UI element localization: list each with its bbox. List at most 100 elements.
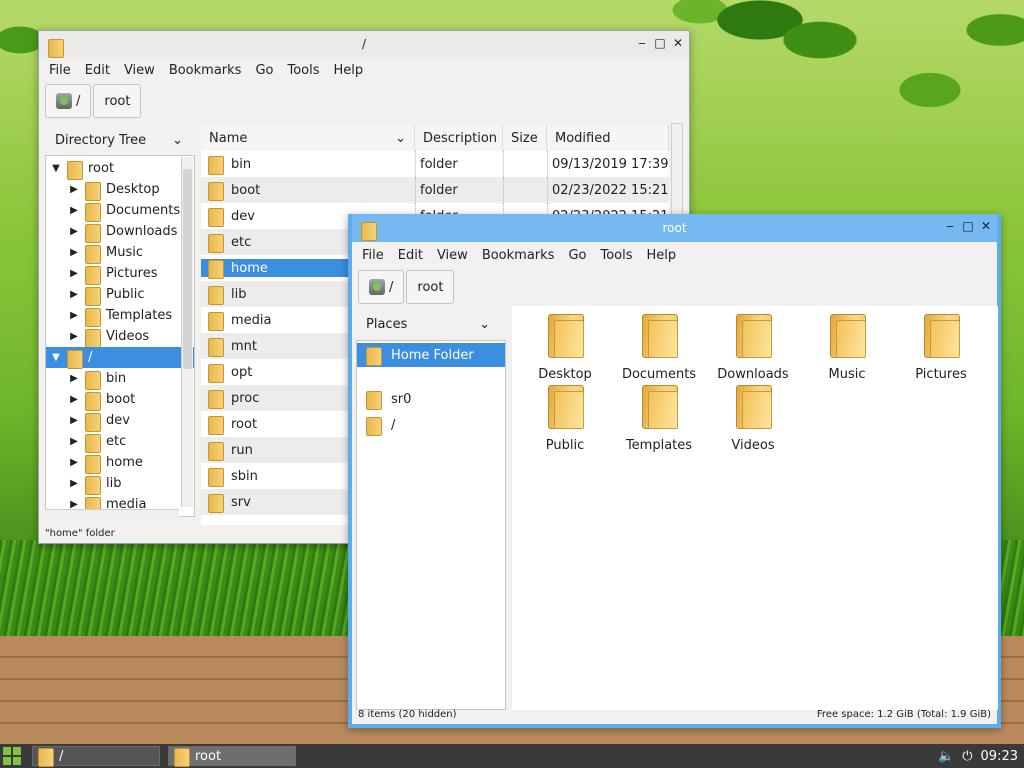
start-menu-icon[interactable] — [0, 744, 24, 768]
column-header-size[interactable]: Size — [503, 125, 547, 151]
chevron-down-icon: ⌄ — [479, 316, 490, 332]
folder-item[interactable]: Public — [518, 383, 612, 453]
file-name: lib — [231, 286, 247, 302]
icon-view[interactable]: Desktop Documents Downloads Music Pictures Pu… — [512, 306, 998, 710]
tree-item[interactable]: ▶ Music — [46, 242, 194, 264]
menu-help[interactable]: Help — [647, 248, 677, 263]
tree-vertical-scrollbar[interactable] — [181, 157, 193, 507]
menu-file[interactable]: File — [49, 63, 71, 78]
tree-item[interactable]: ▶ Downloads — [46, 221, 194, 243]
places-item[interactable]: Home Folder — [357, 343, 505, 367]
expanded-arrow-icon[interactable]: ▼ — [50, 163, 62, 174]
tree-item[interactable]: ▶ Desktop — [46, 179, 194, 201]
folder-item[interactable]: Pictures — [894, 312, 988, 382]
menubar: File Edit View Bookmarks Go Tools Help — [352, 242, 997, 268]
folder-item[interactable]: Downloads — [706, 312, 800, 382]
tree-item[interactable]: ▶ Documents — [46, 200, 194, 222]
column-header-description[interactable]: Description — [415, 125, 503, 151]
expanded-arrow-icon[interactable]: ▼ — [50, 352, 62, 363]
places-list[interactable]: Home Folder sr0 / — [356, 340, 506, 710]
menu-view[interactable]: View — [437, 248, 468, 263]
taskbar-item-root[interactable]: root — [168, 746, 296, 767]
collapsed-arrow-icon[interactable]: ▶ — [68, 310, 80, 321]
path-button-current[interactable]: root — [406, 270, 455, 304]
tree-item[interactable]: ▼ root — [46, 158, 194, 180]
collapsed-arrow-icon[interactable]: ▶ — [68, 205, 80, 216]
menu-help[interactable]: Help — [334, 63, 364, 78]
titlebar[interactable]: / ‒ □ ✕ — [39, 31, 689, 58]
maximize-icon[interactable]: □ — [961, 218, 975, 234]
tree-item-label: / — [88, 350, 93, 365]
clock[interactable]: 09:23 — [981, 749, 1018, 764]
tree-item[interactable]: ▶ Pictures — [46, 263, 194, 285]
menu-edit[interactable]: Edit — [85, 63, 110, 78]
menu-tools[interactable]: Tools — [600, 248, 632, 263]
path-button-root[interactable]: / — [45, 84, 92, 118]
menu-file[interactable]: File — [362, 248, 384, 263]
menu-tools[interactable]: Tools — [287, 63, 319, 78]
places-item[interactable]: sr0 — [357, 387, 505, 411]
collapsed-arrow-icon[interactable]: ▶ — [68, 478, 80, 489]
menu-view[interactable]: View — [124, 63, 155, 78]
close-icon[interactable]: ✕ — [671, 35, 685, 51]
titlebar[interactable]: root ‒ □ ✕ — [352, 214, 997, 242]
collapsed-arrow-icon[interactable]: ▶ — [68, 289, 80, 300]
power-icon[interactable]: ⏻ — [962, 749, 972, 764]
tree-item[interactable]: ▶ Templates — [46, 305, 194, 327]
minimize-icon[interactable]: ‒ — [943, 218, 957, 234]
folder-item[interactable]: Templates — [612, 383, 706, 453]
collapsed-arrow-icon[interactable]: ▶ — [68, 415, 80, 426]
side-pane-selector[interactable]: Directory Tree ⌄ — [45, 127, 193, 153]
collapsed-arrow-icon[interactable]: ▶ — [68, 331, 80, 342]
tree-item[interactable]: ▶ lib — [46, 473, 194, 495]
folder-item[interactable]: Documents — [612, 312, 706, 382]
collapsed-arrow-icon[interactable]: ▶ — [68, 268, 80, 279]
tree-horizontal-scrollbar[interactable] — [45, 509, 179, 521]
tree-item[interactable]: ▶ home — [46, 452, 194, 474]
close-icon[interactable]: ✕ — [979, 218, 993, 234]
taskbar-item-root-dir[interactable]: / — [32, 746, 160, 767]
path-button-root[interactable]: / — [358, 270, 405, 304]
tree-item-label: home — [106, 455, 143, 470]
collapsed-arrow-icon[interactable]: ▶ — [68, 457, 80, 468]
folder-item[interactable]: Desktop — [518, 312, 612, 382]
folder-item[interactable]: Videos — [706, 383, 800, 453]
menu-edit[interactable]: Edit — [398, 248, 423, 263]
path-button-current[interactable]: root — [93, 84, 142, 118]
file-name: boot — [231, 182, 261, 198]
maximize-icon[interactable]: □ — [653, 35, 667, 51]
collapsed-arrow-icon[interactable]: ▶ — [68, 184, 80, 195]
collapsed-arrow-icon[interactable]: ▶ — [68, 226, 80, 237]
menu-bookmarks[interactable]: Bookmarks — [169, 63, 242, 78]
column-header-modified[interactable]: Modified — [547, 125, 669, 151]
menu-bookmarks[interactable]: Bookmarks — [482, 248, 555, 263]
tree-item[interactable]: ▶ boot — [46, 389, 194, 411]
tree-item[interactable]: ▶ Public — [46, 284, 194, 306]
tree-item[interactable]: ▼ / — [46, 347, 194, 369]
tree-item-label: Videos — [106, 329, 150, 344]
side-pane-selector[interactable]: Places ⌄ — [356, 311, 500, 337]
collapsed-arrow-icon[interactable]: ▶ — [68, 394, 80, 405]
file-name: root — [231, 416, 258, 432]
tree-item[interactable]: ▶ dev — [46, 410, 194, 432]
tree-item[interactable]: ▶ bin — [46, 368, 194, 390]
folder-icon — [828, 312, 866, 358]
minimize-icon[interactable]: ‒ — [635, 35, 649, 51]
collapsed-arrow-icon[interactable]: ▶ — [68, 247, 80, 258]
status-bar: 8 items (20 hidden) Free space: 1.2 GiB … — [358, 709, 991, 720]
tree-item[interactable]: ▶ etc — [46, 431, 194, 453]
tree-item[interactable]: ▶ Videos — [46, 326, 194, 348]
menu-go[interactable]: Go — [568, 248, 586, 263]
column-header-name[interactable]: Name ⌄ — [201, 125, 415, 151]
menu-go[interactable]: Go — [255, 63, 273, 78]
directory-tree[interactable]: ▼ root ▶ Desktop ▶ Documents ▶ Downloads ▶ Music ▶… — [45, 155, 195, 517]
folder-item-label: Public — [545, 438, 585, 453]
collapsed-arrow-icon[interactable]: ▶ — [68, 373, 80, 384]
volume-icon[interactable]: 🔈 — [938, 749, 954, 764]
table-row[interactable]: bin folder 09/13/2019 17:39 — [201, 151, 669, 177]
places-item[interactable]: / — [357, 413, 505, 437]
collapsed-arrow-icon[interactable]: ▶ — [68, 436, 80, 447]
folder-item[interactable]: Music — [800, 312, 894, 382]
file-name: proc — [231, 390, 260, 406]
table-row[interactable]: boot folder 02/23/2022 15:21 — [201, 177, 669, 203]
